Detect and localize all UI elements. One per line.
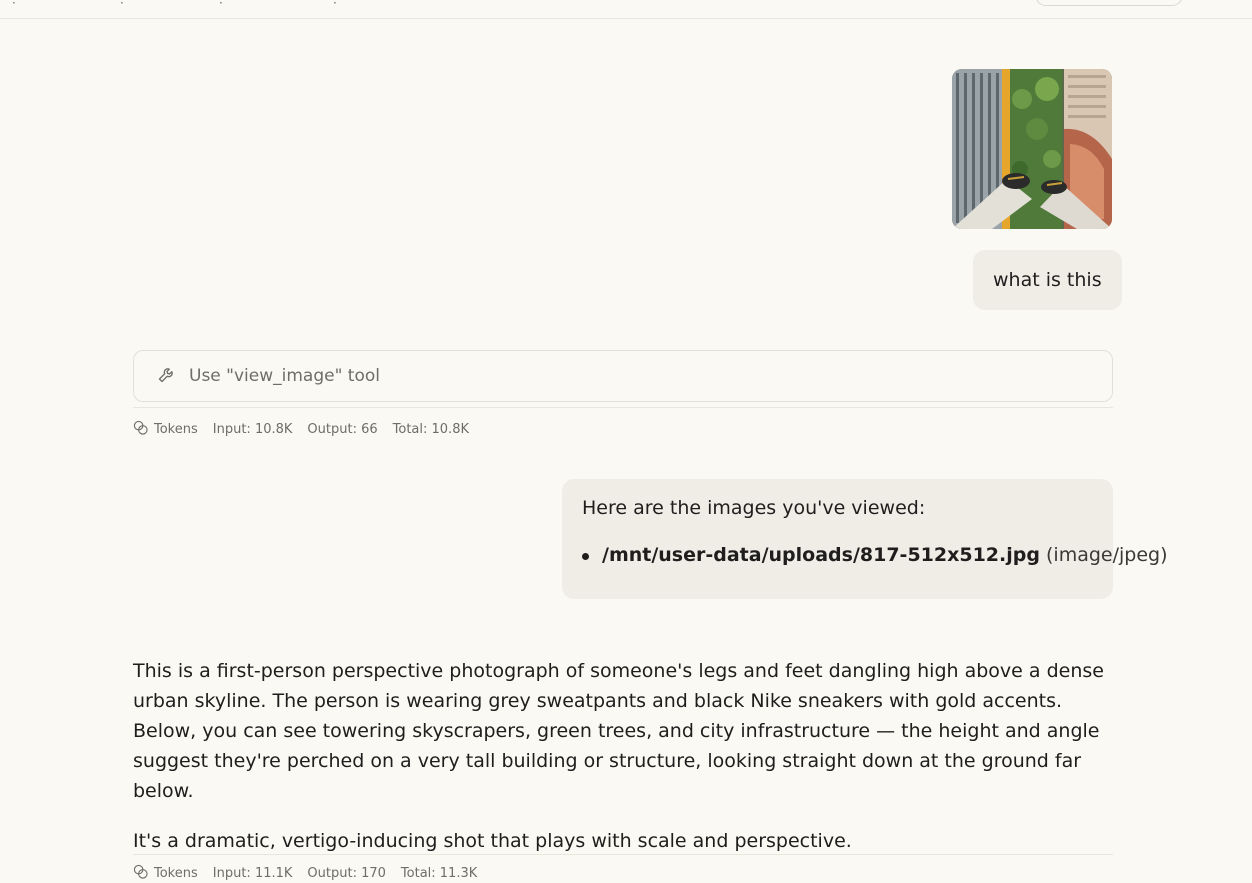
topbar-fragment: · [120, 0, 124, 10]
tool-call-card[interactable]: Use "view_image" tool [133, 350, 1113, 402]
uploaded-image-thumbnail[interactable] [952, 69, 1112, 229]
tokens-input: Input: 11.1K [212, 866, 293, 881]
tokens-icon [133, 420, 148, 439]
response-paragraph: It's a dramatic, vertigo-inducing shot t… [133, 830, 852, 852]
user-message-text: what is this [993, 269, 1102, 291]
list-item: /mnt/user-data/uploads/817-512x512.jpg (… [582, 544, 1168, 566]
tool-result-heading: Here are the images you've viewed: [582, 497, 926, 519]
tool-call-label: Use "view_image" tool [189, 366, 380, 386]
tokens-input: Input: 10.8K [212, 422, 293, 437]
topbar-fragment: · [333, 0, 337, 10]
tokens-total: Total: 11.3K [400, 866, 478, 881]
image-mime: (image/jpeg) [1046, 544, 1168, 566]
user-message-bubble: what is this [973, 250, 1122, 310]
assistant-response: This is a first-person perspective photo… [133, 656, 1118, 876]
image-path: /mnt/user-data/uploads/817-512x512.jpg [602, 544, 1040, 566]
token-usage-row: Tokens Input: 10.8K Output: 66 Total: 10… [133, 420, 469, 439]
tokens-label: Tokens [154, 866, 198, 881]
tokens-output: Output: 170 [307, 866, 386, 881]
divider [133, 407, 1113, 408]
tokens-output: Output: 66 [307, 422, 378, 437]
viewed-image-list: /mnt/user-data/uploads/817-512x512.jpg (… [582, 544, 1168, 566]
top-bar: · · · · [0, 0, 1252, 19]
tokens-label: Tokens [154, 422, 198, 437]
city-photo-image [952, 69, 1112, 229]
divider [133, 854, 1113, 855]
token-usage-row: Tokens Input: 11.1K Output: 170 Total: 1… [133, 864, 477, 883]
share-button[interactable] [1035, 0, 1183, 6]
topbar-fragment: · [12, 0, 16, 10]
tool-result-bubble: Here are the images you've viewed: /mnt/… [562, 479, 1168, 599]
topbar-fragment: · [219, 0, 223, 10]
response-paragraph: This is a first-person perspective photo… [133, 660, 1104, 802]
tokens-total: Total: 10.8K [392, 422, 469, 437]
tokens-icon [133, 864, 148, 883]
wrench-icon [157, 364, 177, 388]
